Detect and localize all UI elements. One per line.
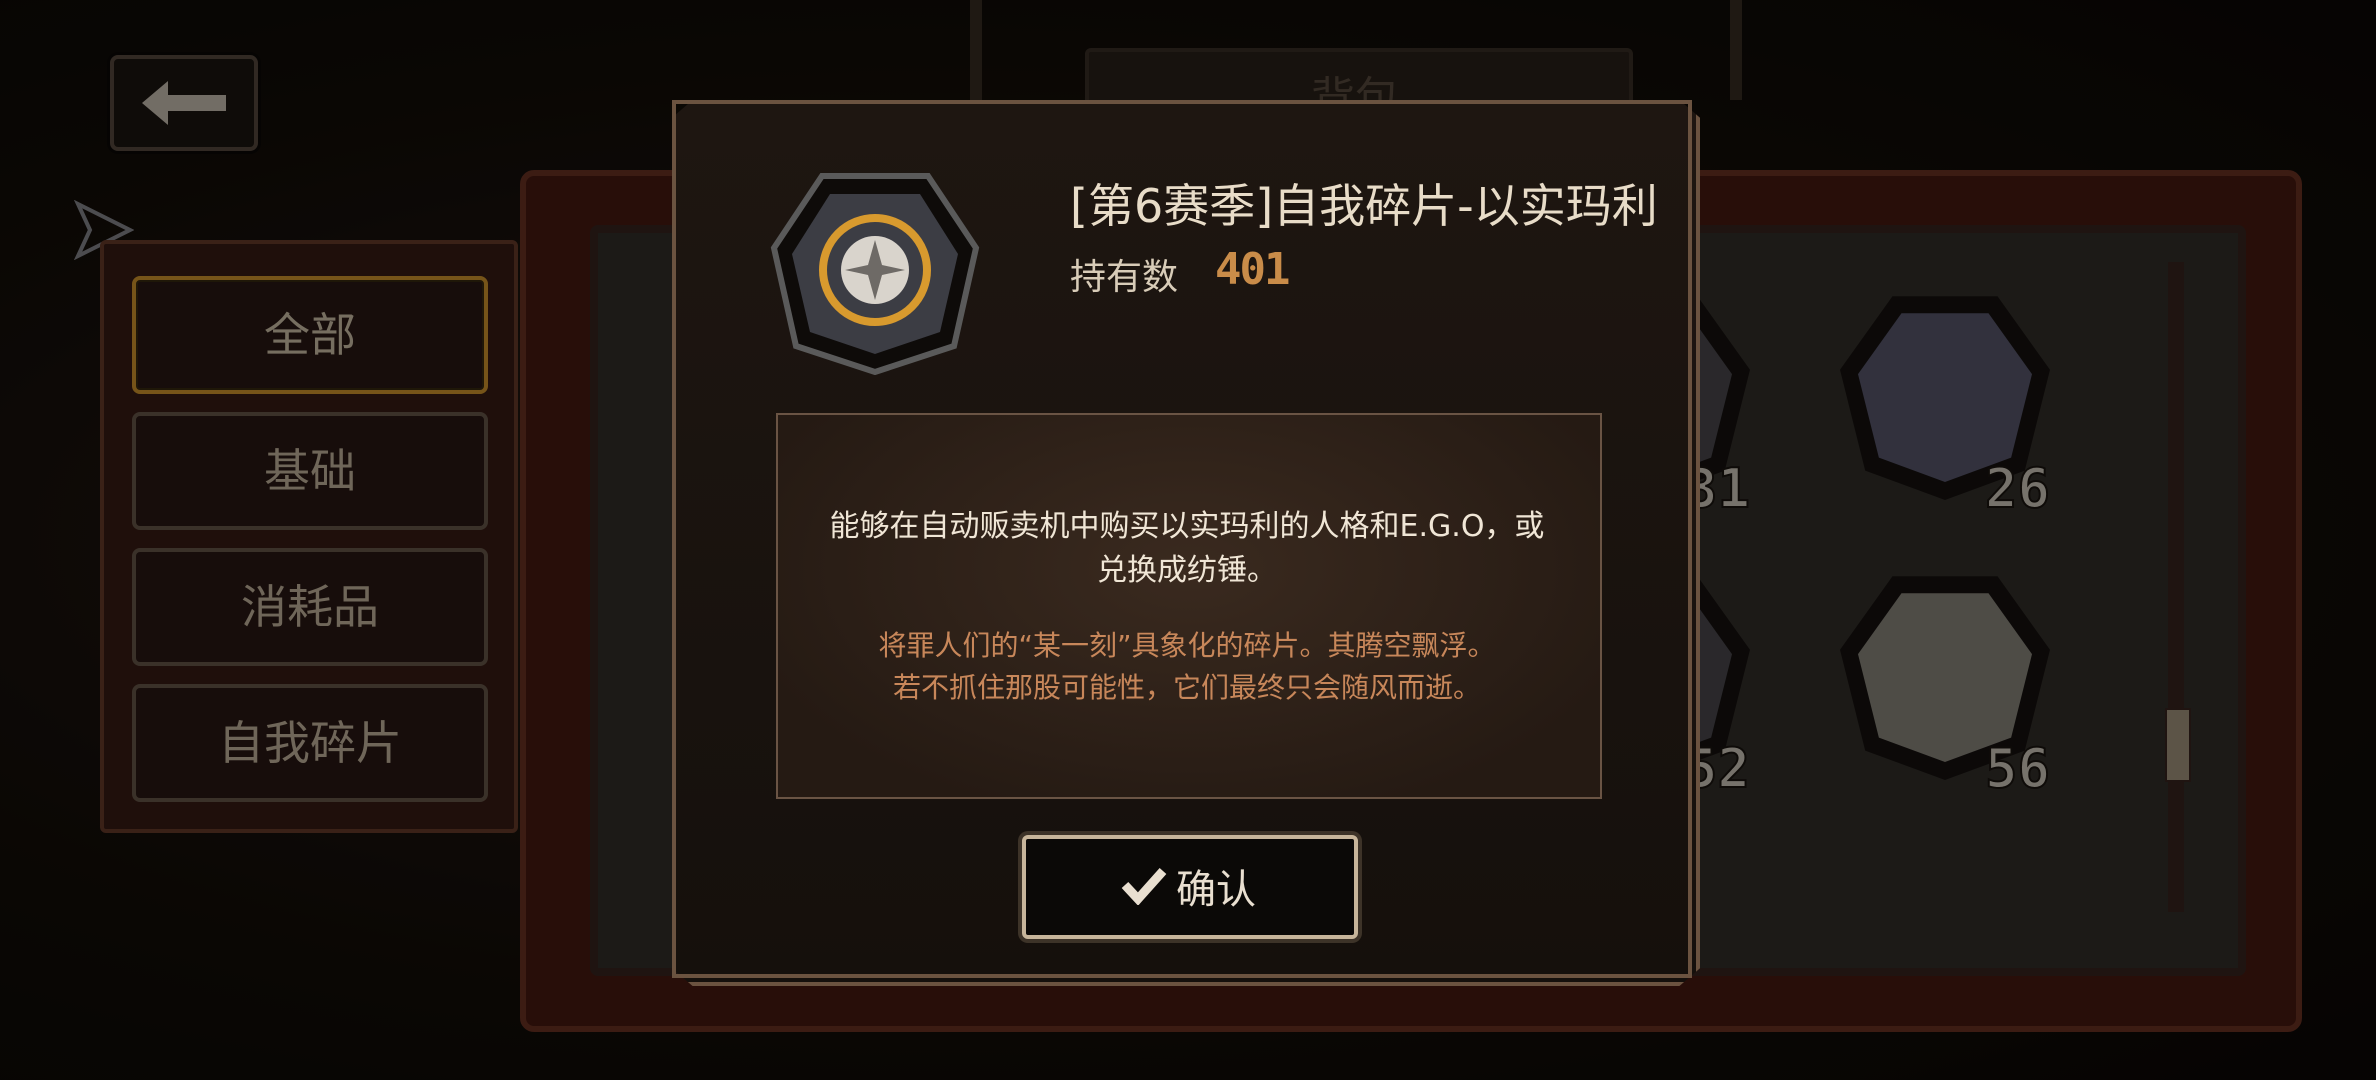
flavor-line: 将罪人们的“某一刻”具象化的碎片。其腾空飘浮。: [878, 629, 1496, 662]
confirm-label: 确认: [1176, 867, 1256, 913]
flavor-line: 若不抓住那股可能性，它们最终只会随风而逝。: [892, 671, 1481, 704]
item-title: [第6赛季]自我碎片-以实玛利: [1070, 179, 1658, 233]
description-box: [776, 413, 1602, 799]
hold-count-label: 持有数: [1070, 257, 1179, 298]
description-line: 能够在自动贩卖机中购买以实玛利的人格和E.G.O，或: [829, 509, 1545, 544]
confirm-button[interactable]: 确认: [1022, 835, 1358, 939]
item-flavor-text: 将罪人们的“某一刻”具象化的碎片。其腾空飘浮。 若不抓住那股可能性，它们最终只会…: [776, 625, 1598, 709]
item-description: 能够在自动贩卖机中购买以实玛利的人格和E.G.O，或 兑换成纺锤。: [776, 505, 1598, 593]
ego-shard-icon: [770, 173, 980, 375]
hold-count-value: 401: [1215, 244, 1290, 295]
description-line: 兑换成纺锤。: [1097, 553, 1277, 588]
checkmark-icon: [1121, 868, 1167, 905]
